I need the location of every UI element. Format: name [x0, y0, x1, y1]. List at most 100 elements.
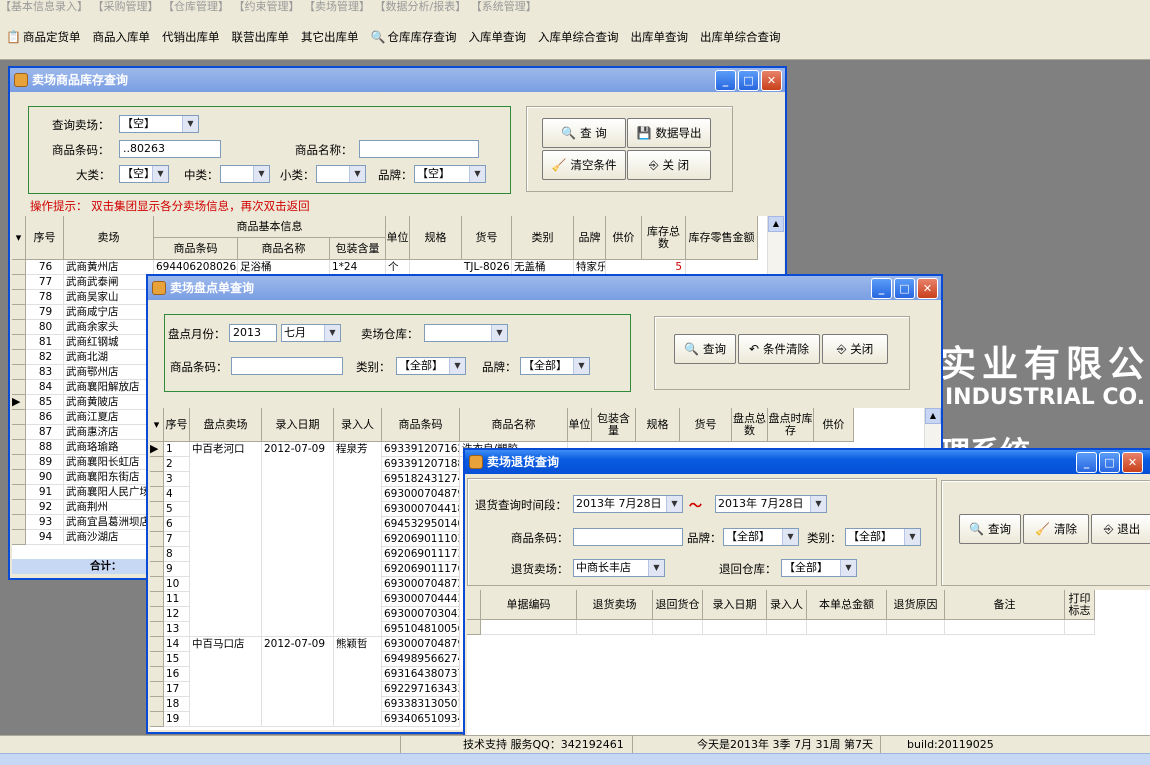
- row-indicator[interactable]: [12, 290, 26, 305]
- minimize-button[interactable]: _: [871, 278, 892, 299]
- row-indicator[interactable]: [12, 425, 26, 440]
- row-indicator[interactable]: [12, 455, 26, 470]
- minimize-button[interactable]: _: [1076, 452, 1097, 473]
- row-indicator[interactable]: [12, 350, 26, 365]
- column-header[interactable]: 备注: [945, 590, 1065, 620]
- toolbar-item[interactable]: 入库单查询: [469, 29, 527, 45]
- column-header[interactable]: 单位: [568, 408, 592, 442]
- maximize-button[interactable]: □: [1099, 452, 1120, 473]
- menu-item[interactable]: 【卖场管理】: [310, 0, 371, 13]
- column-header[interactable]: 库存总数: [642, 216, 686, 260]
- column-header[interactable]: 供价: [814, 408, 854, 442]
- category-select[interactable]: 【全部】: [845, 528, 921, 546]
- row-indicator[interactable]: [150, 487, 164, 502]
- row-indicator[interactable]: [12, 515, 26, 530]
- row-indicator[interactable]: [12, 365, 26, 380]
- row-indicator[interactable]: [12, 380, 26, 395]
- row-indicator[interactable]: [12, 260, 26, 275]
- column-header[interactable]: 盘点卖场: [190, 408, 262, 442]
- clear-conditions-button[interactable]: ↶ 条件清除: [738, 334, 820, 364]
- toolbar-item[interactable]: 代销出库单: [162, 29, 220, 45]
- row-indicator[interactable]: [150, 622, 164, 637]
- column-header[interactable]: 盘点时库存: [768, 408, 814, 442]
- query-button[interactable]: 🔍 查 询: [542, 118, 626, 148]
- toolbar-item[interactable]: 出库单查询: [631, 29, 689, 45]
- row-indicator[interactable]: [12, 410, 26, 425]
- column-header[interactable]: 本单总金额: [807, 590, 887, 620]
- toolbar-item[interactable]: 其它出库单: [301, 29, 359, 45]
- column-header[interactable]: 录入日期: [262, 408, 334, 442]
- row-indicator[interactable]: [150, 457, 164, 472]
- column-header[interactable]: 录入人: [767, 590, 807, 620]
- column-header[interactable]: 品牌: [574, 216, 606, 260]
- menu-item[interactable]: 【系统管理】: [476, 0, 537, 13]
- column-header[interactable]: 商品条码: [382, 408, 460, 442]
- row-indicator[interactable]: [150, 472, 164, 487]
- column-header[interactable]: 库存零售金额: [686, 216, 758, 260]
- row-indicator[interactable]: ▶: [150, 442, 164, 457]
- category-select[interactable]: 【全部】: [396, 357, 466, 375]
- toolbar-item[interactable]: 商品入库单: [93, 29, 151, 45]
- minor-category-select[interactable]: [316, 165, 366, 183]
- column-header[interactable]: 类别: [512, 216, 574, 260]
- title-bar[interactable]: 卖场商品库存查询 _ □ ✕: [10, 68, 785, 92]
- year-stepper[interactable]: 2013: [229, 324, 277, 342]
- column-header[interactable]: 录入日期: [703, 590, 767, 620]
- column-header[interactable]: 盘点总数: [732, 408, 768, 442]
- return-warehouse-select[interactable]: 【全部】: [781, 559, 857, 577]
- minimize-button[interactable]: _: [715, 70, 736, 91]
- column-header[interactable]: 货号: [680, 408, 732, 442]
- row-indicator[interactable]: [150, 697, 164, 712]
- column-header[interactable]: 规格: [410, 216, 462, 260]
- column-header[interactable]: 供价: [606, 216, 642, 260]
- column-header[interactable]: 包装含量: [592, 408, 636, 442]
- menu-item[interactable]: 【基本信息录入】: [0, 0, 88, 13]
- column-header[interactable]: 商品名称: [460, 408, 568, 442]
- toolbar-item[interactable]: 出库单综合查询: [700, 29, 781, 45]
- row-indicator[interactable]: [150, 592, 164, 607]
- close-button[interactable]: ⎆ 关闭: [822, 334, 888, 364]
- column-header[interactable]: 打印标志: [1065, 590, 1095, 620]
- column-header[interactable]: 规格: [636, 408, 680, 442]
- maximize-button[interactable]: □: [894, 278, 915, 299]
- scroll-up-icon[interactable]: ▲: [925, 408, 941, 424]
- brand-select[interactable]: 【全部】: [520, 357, 590, 375]
- query-button[interactable]: 🔍 查询: [959, 514, 1021, 544]
- row-indicator[interactable]: ▶: [12, 395, 26, 410]
- close-button[interactable]: ⎆ 关 闭: [627, 150, 711, 180]
- return-store-select[interactable]: 中商长丰店: [573, 559, 665, 577]
- row-indicator[interactable]: [150, 652, 164, 667]
- row-indicator[interactable]: [150, 607, 164, 622]
- column-header[interactable]: 退货原因: [887, 590, 945, 620]
- toolbar-item[interactable]: 📋 商品定货单: [6, 29, 81, 45]
- row-indicator[interactable]: [12, 485, 26, 500]
- column-header[interactable]: 单位: [386, 216, 410, 260]
- column-header[interactable]: 单据编码: [481, 590, 577, 620]
- row-indicator[interactable]: [12, 305, 26, 320]
- brand-select[interactable]: 【全部】: [723, 528, 799, 546]
- menu-item[interactable]: 【约束管理】: [239, 0, 300, 13]
- row-indicator[interactable]: [12, 320, 26, 335]
- column-header[interactable]: 序号: [164, 408, 190, 442]
- menu-item[interactable]: 【仓库管理】: [169, 0, 230, 13]
- exit-button[interactable]: ⎆ 退出: [1091, 514, 1150, 544]
- title-bar[interactable]: 卖场盘点单查询 _ □ ✕: [148, 276, 941, 300]
- column-header[interactable]: 货号: [462, 216, 512, 260]
- row-indicator[interactable]: [150, 682, 164, 697]
- row-indicator[interactable]: [150, 667, 164, 682]
- column-header[interactable]: 商品条码: [154, 238, 238, 260]
- warehouse-select[interactable]: [424, 324, 508, 342]
- product-name-input[interactable]: [359, 140, 479, 158]
- column-header[interactable]: 序号: [26, 216, 64, 260]
- close-window-button[interactable]: ✕: [761, 70, 782, 91]
- barcode-input[interactable]: ..80263: [119, 140, 221, 158]
- close-window-button[interactable]: ✕: [917, 278, 938, 299]
- date-from-picker[interactable]: 2013年 7月28日: [573, 495, 683, 513]
- row-indicator[interactable]: [467, 620, 481, 635]
- menu-item[interactable]: 【采购管理】: [98, 0, 159, 13]
- column-header[interactable]: 商品名称: [238, 238, 330, 260]
- brand-select[interactable]: 【空】: [414, 165, 486, 183]
- column-header[interactable]: 录入人: [334, 408, 382, 442]
- column-header[interactable]: 退回货仓: [653, 590, 703, 620]
- row-indicator[interactable]: [12, 530, 26, 545]
